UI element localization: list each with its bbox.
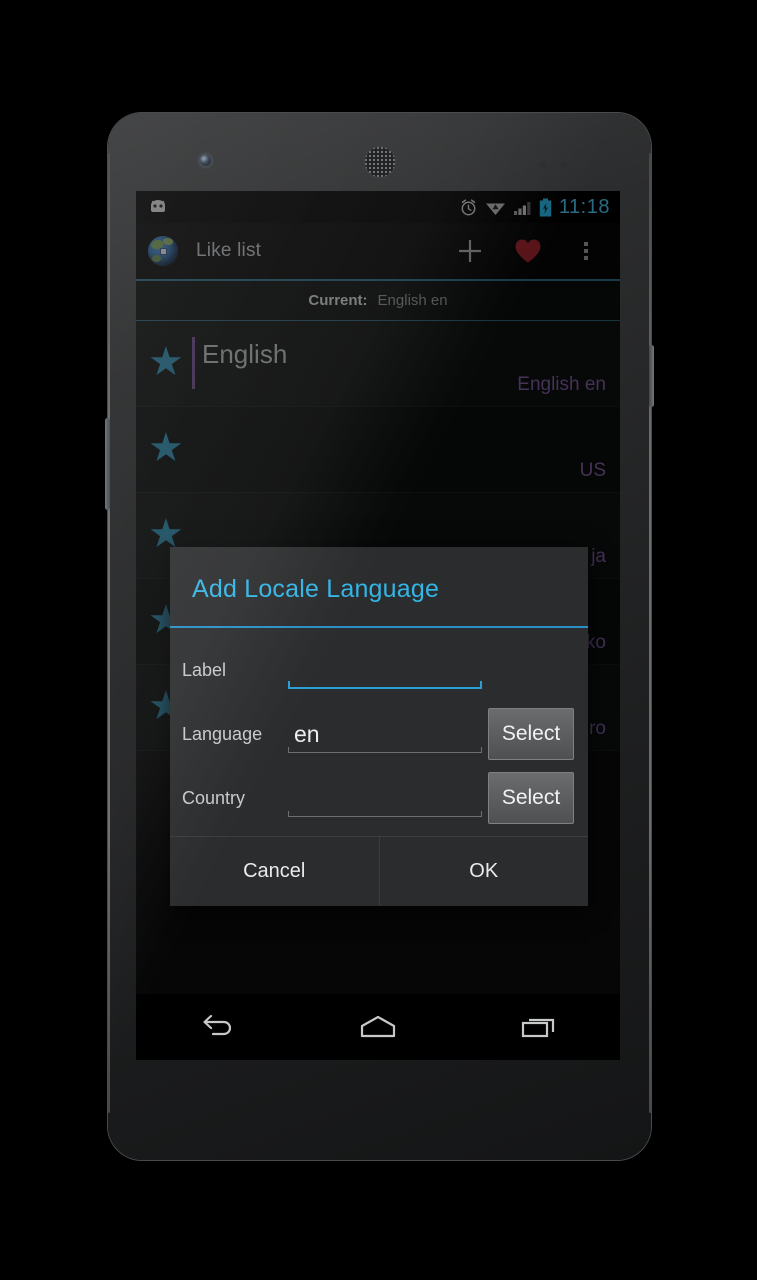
dialog-body: Label Language en Select Country Select	[170, 628, 588, 836]
dialog-title: Add Locale Language	[192, 575, 440, 603]
power-button[interactable]	[649, 345, 654, 407]
country-input[interactable]	[288, 775, 482, 821]
language-select-label: Select	[501, 722, 561, 745]
input-underline	[288, 681, 482, 689]
phone-screen: 11:18 Like list Current: English en ★ En…	[136, 191, 620, 1060]
earpiece-speaker	[363, 146, 396, 178]
proximity-sensor	[540, 161, 547, 168]
language-input-value: en	[294, 720, 320, 747]
field-label: Label	[170, 638, 588, 702]
navigation-bar	[136, 994, 620, 1060]
cancel-button[interactable]: Cancel	[170, 837, 379, 906]
volume-button[interactable]	[105, 418, 110, 510]
right-bezel-edge	[649, 153, 651, 1113]
input-underline	[288, 747, 482, 753]
input-underline	[288, 811, 482, 817]
recents-icon	[522, 1018, 555, 1038]
nav-back-button[interactable]	[169, 999, 265, 1055]
country-select-button[interactable]: Select	[488, 772, 574, 824]
light-sensor	[560, 161, 567, 168]
ok-button-label: OK	[469, 860, 499, 882]
add-locale-dialog: Add Locale Language Label Language en Se…	[170, 547, 588, 906]
field-country: Country Select	[170, 766, 588, 830]
front-camera-icon	[200, 155, 211, 166]
home-icon	[360, 1015, 396, 1038]
back-arrow-icon	[203, 1014, 231, 1036]
label-input[interactable]	[288, 647, 482, 693]
language-select-button[interactable]: Select	[488, 708, 574, 760]
cancel-button-label: Cancel	[243, 860, 306, 882]
left-bezel-edge	[108, 153, 110, 1113]
country-select-label: Select	[501, 786, 561, 809]
field-language: Language en Select	[170, 702, 588, 766]
phone-device: 11:18 Like list Current: English en ★ En…	[105, 113, 654, 1160]
ok-button[interactable]: OK	[380, 837, 589, 906]
field-label-text: Label	[182, 659, 227, 680]
nav-home-button[interactable]	[330, 999, 426, 1055]
language-input[interactable]: en	[288, 711, 482, 757]
nav-recents-button[interactable]	[491, 999, 587, 1055]
field-label-text: Country	[182, 787, 246, 808]
field-label-text: Language	[182, 723, 263, 744]
dialog-button-row: Cancel OK	[170, 836, 588, 906]
